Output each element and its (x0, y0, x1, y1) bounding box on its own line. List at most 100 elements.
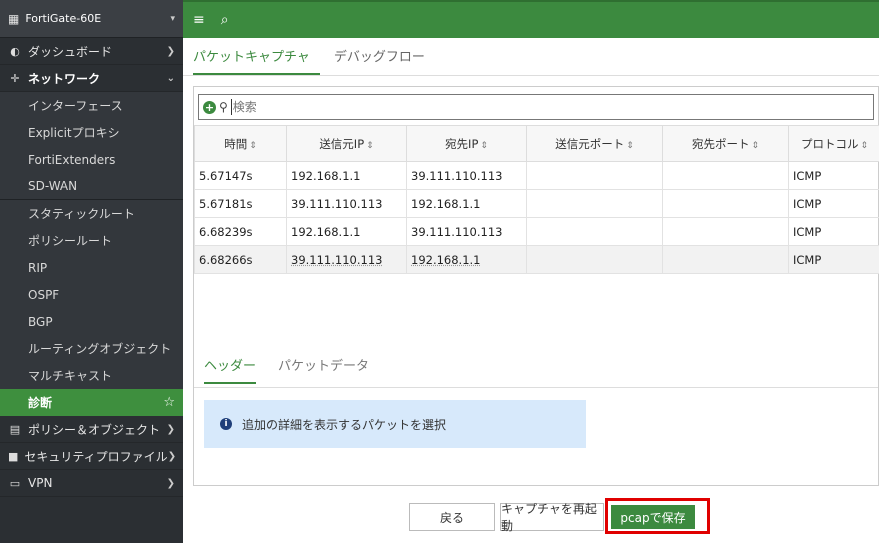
add-filter-icon[interactable]: + (203, 100, 216, 114)
sidebar-item-network[interactable]: ✛ ネットワーク ⌄ (0, 65, 183, 92)
packet-table: 時間 ⇕ 送信元IP ⇕ 宛先IP ⇕ 送信元ポート ⇕ 宛先ポート ⇕ プロトコル ⇕ 5… (194, 125, 879, 274)
chevron-right-icon: ❯ (166, 45, 175, 57)
sidebar-item-vpn[interactable]: ▭ VPN ❯ (0, 470, 183, 497)
cell-dest-port (662, 245, 789, 274)
cell-time: 5.67181s (194, 189, 287, 218)
chevron-down-icon: ⌄ (166, 72, 175, 84)
cell-protocol: ICMP (788, 161, 879, 190)
tab-bar: パケットキャプチャ デバッグフロー (183, 38, 879, 76)
divider (194, 387, 878, 388)
sidebar-item-label: ダッシュボード (28, 44, 113, 59)
back-button[interactable]: 戻る (409, 503, 495, 531)
sidebar-sub-rip[interactable]: RIP (0, 254, 183, 281)
sidebar-sub-policy-routes[interactable]: ポリシールート (0, 227, 183, 254)
sidebar-sub-ospf[interactable]: OSPF (0, 281, 183, 308)
sidebar-item-security-profiles[interactable]: ■ セキュリティプロファイル ❯ (0, 443, 183, 470)
fortigate-icon: ▦ (8, 11, 20, 26)
cell-time: 6.68239s (194, 217, 287, 246)
cell-dest-ip: 39.111.110.113 (406, 161, 527, 190)
search-input[interactable] (230, 99, 873, 115)
cell-protocol: ICMP (788, 217, 879, 246)
chevron-right-icon: ❯ (166, 477, 175, 489)
column-header-source-port[interactable]: 送信元ポート ⇕ (526, 125, 663, 162)
cell-protocol: ICMP (788, 245, 879, 274)
tab-packet-data[interactable]: パケットデータ (278, 355, 369, 384)
cell-protocol: ICMP (788, 189, 879, 218)
cell-source-port (526, 161, 663, 190)
sidebar-sub-sdwan[interactable]: SD-WAN (0, 173, 183, 200)
search-bar: + ⚲ (198, 94, 874, 120)
network-icon: ✛ (10, 71, 20, 85)
menu-icon[interactable]: ≡ (193, 12, 205, 28)
cell-source-port (526, 245, 663, 274)
search-icon[interactable]: ⌕ (221, 12, 229, 28)
sort-icon: ⇕ (480, 140, 488, 151)
restart-capture-button[interactable]: キャプチャを再起動 (500, 502, 604, 533)
search-icon: ⚲ (219, 100, 228, 114)
top-bar: ≡ ⌕ (183, 0, 879, 38)
dashboard-icon: ◐ (10, 44, 20, 58)
sidebar-sub-multicast[interactable]: マルチキャスト (0, 362, 183, 389)
cell-source-port (526, 217, 663, 246)
column-header-source-ip[interactable]: 送信元IP ⇕ (286, 125, 407, 162)
cell-time: 5.67147s (194, 161, 287, 190)
chevron-right-icon: ❯ (167, 450, 177, 462)
table-row[interactable]: 6.68239s 192.168.1.1 39.111.110.113 ICMP (194, 217, 879, 246)
sidebar-sub-explicit-proxy[interactable]: Explicitプロキシ (0, 119, 183, 146)
cell-dest-ip: 192.168.1.1 (406, 245, 527, 274)
cell-source-ip: 39.111.110.113 (286, 245, 407, 274)
sidebar-item-policy-objects[interactable]: ▤ ポリシー＆オブジェクト ❯ (0, 416, 183, 443)
cell-source-port (526, 189, 663, 218)
tab-debug-flow[interactable]: デバッグフロー (334, 46, 435, 75)
chevron-down-icon: ▾ (170, 13, 175, 24)
detail-tabs: ヘッダー パケットデータ (204, 355, 369, 384)
cell-source-ip: 39.111.110.113 (286, 189, 407, 218)
sidebar-sub-static-routes[interactable]: スタティックルート (0, 200, 183, 227)
sidebar-sub-diagnostics[interactable]: 診断 ☆ (0, 389, 183, 416)
sidebar-sub-routing-objects[interactable]: ルーティングオブジェクト (0, 335, 183, 362)
sidebar-item-label: ポリシー＆オブジェクト (28, 422, 161, 437)
lock-icon: ■ (8, 449, 19, 463)
cell-source-ip: 192.168.1.1 (286, 161, 407, 190)
sort-icon: ⇕ (860, 140, 869, 151)
sidebar-item-dashboard[interactable]: ◐ ダッシュボード ❯ (0, 38, 183, 65)
chevron-right-icon: ❯ (166, 423, 175, 435)
sort-icon: ⇕ (751, 140, 760, 151)
sidebar-sub-bgp[interactable]: BGP (0, 308, 183, 335)
table-row[interactable]: 5.67181s 39.111.110.113 192.168.1.1 ICMP (194, 189, 879, 218)
star-icon[interactable]: ☆ (163, 395, 175, 410)
sidebar-item-label: セキュリティプロファイル (24, 449, 168, 464)
capture-panel: + ⚲ 時間⇕ 送信元IP⇕ 宛先IP⇕ 送信元ポート⇕ 宛先ポート⇕ プロトコ… (193, 86, 879, 486)
device-selector[interactable]: ▦ FortiGate-60E ▾ (0, 0, 183, 38)
cell-time: 6.68266s (194, 245, 287, 274)
sort-icon: ⇕ (366, 140, 374, 151)
sidebar-item-label: ネットワーク (28, 71, 101, 86)
column-header-dest-ip[interactable]: 宛先IP ⇕ (406, 125, 527, 162)
sidebar-sub-interfaces[interactable]: インターフェース (0, 92, 183, 119)
info-message: i 追加の詳細を表示するパケットを選択 (204, 400, 586, 448)
highlight-box (605, 498, 710, 534)
tab-packet-capture[interactable]: パケットキャプチャ (193, 46, 320, 75)
vpn-icon: ▭ (9, 476, 21, 490)
sidebar-sub-fortiextenders[interactable]: FortiExtenders (0, 146, 183, 173)
cell-dest-port (662, 217, 789, 246)
device-name: FortiGate-60E (25, 12, 102, 25)
cell-dest-port (662, 189, 789, 218)
cell-dest-ip: 192.168.1.1 (406, 189, 527, 218)
cell-dest-ip: 39.111.110.113 (406, 217, 527, 246)
column-header-protocol[interactable]: プロトコル ⇕ (788, 125, 879, 162)
column-header-time[interactable]: 時間 ⇕ (194, 125, 287, 162)
cell-source-ip: 192.168.1.1 (286, 217, 407, 246)
sort-icon: ⇕ (249, 140, 257, 151)
cell-dest-port (662, 161, 789, 190)
sidebar-item-label: 診断 (28, 396, 53, 410)
policy-icon: ▤ (9, 422, 21, 436)
info-icon: i (220, 418, 232, 430)
sidebar-item-label: VPN (28, 476, 53, 490)
tab-header[interactable]: ヘッダー (204, 355, 257, 384)
sort-icon: ⇕ (626, 140, 634, 151)
table-row[interactable]: 5.67147s 192.168.1.1 39.111.110.113 ICMP (194, 161, 879, 190)
table-row[interactable]: 6.68266s 39.111.110.113 192.168.1.1 ICMP (194, 245, 879, 274)
sidebar: ▦ FortiGate-60E ▾ ◐ ダッシュボード ❯ ✛ ネットワーク ⌄… (0, 0, 183, 543)
column-header-dest-port[interactable]: 宛先ポート ⇕ (662, 125, 789, 162)
